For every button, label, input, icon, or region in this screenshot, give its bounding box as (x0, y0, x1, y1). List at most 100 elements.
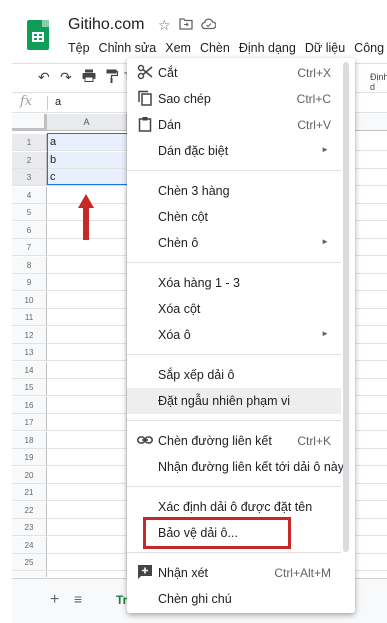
highlight-box (143, 517, 291, 549)
print-icon[interactable] (82, 69, 96, 85)
undo-icon[interactable]: ↶ (38, 69, 50, 86)
cell-a[interactable] (47, 519, 127, 536)
formula-input[interactable]: a (55, 96, 61, 108)
menu-item-sort-range[interactable]: Sắp xếp dải ô (127, 362, 341, 388)
row-header[interactable]: 8 (12, 256, 47, 274)
column-header-a[interactable]: A (47, 114, 127, 131)
menu-insert[interactable]: Chèn (200, 41, 230, 55)
redo-icon[interactable]: ↷ (60, 69, 72, 86)
row-header[interactable]: 17 (12, 414, 47, 431)
sheets-logo-icon[interactable] (27, 20, 49, 50)
cell-a[interactable] (47, 396, 127, 414)
submenu-arrow-icon: ► (321, 329, 329, 338)
cell-a[interactable] (47, 326, 127, 344)
row-header[interactable]: 6 (12, 221, 47, 239)
menu-shortcut: Ctrl+K (297, 434, 331, 448)
menu-item-insert-column[interactable]: Chèn cột (127, 204, 341, 230)
sheet-tab[interactable]: Tr (116, 593, 127, 607)
row-header[interactable]: 5 (12, 204, 47, 221)
menu-label: Cắt (158, 66, 178, 80)
row-header[interactable]: 13 (12, 344, 47, 361)
row-header[interactable]: 26 (12, 571, 47, 577)
row-header[interactable]: 24 (12, 536, 47, 554)
folder-move-icon[interactable] (178, 17, 193, 34)
row-header[interactable]: 16 (12, 396, 47, 414)
cell-a[interactable] (47, 344, 127, 361)
cell-a[interactable] (47, 256, 127, 274)
menu-item-insert-cells[interactable]: Chèn ô ► (127, 230, 341, 256)
row-header[interactable]: 21 (12, 484, 47, 501)
menu-item-randomize-range[interactable]: Đặt ngẫu nhiên phạm vi (127, 388, 341, 414)
cell-a[interactable] (47, 536, 127, 554)
star-icon[interactable]: ☆ (158, 17, 171, 34)
comment-add-icon (138, 565, 152, 579)
cell-a[interactable] (47, 484, 127, 501)
menu-item-paste-special[interactable]: Dán đặc biệt ► (127, 138, 341, 164)
menu-tools[interactable]: Công (354, 41, 384, 55)
menu-bar: Tệp Chỉnh sửa Xem Chèn Định dạng Dữ liệu… (68, 41, 387, 55)
menu-format[interactable]: Định dạng (239, 41, 296, 55)
menu-item-comment[interactable]: Nhận xét Ctrl+Alt+M (127, 560, 341, 586)
cell-a[interactable] (47, 291, 127, 309)
row-header[interactable]: 25 (12, 554, 47, 571)
menu-item-delete-rows[interactable]: Xóa hàng 1 - 3 (127, 270, 341, 296)
row-header[interactable]: 11 (12, 309, 47, 326)
cell-a[interactable] (47, 239, 127, 256)
row-header[interactable]: 18 (12, 431, 47, 449)
row-header[interactable]: 23 (12, 519, 47, 536)
cell-a[interactable] (47, 466, 127, 484)
row-header[interactable]: 22 (12, 501, 47, 519)
row-header[interactable]: 9 (12, 274, 47, 291)
menu-scrollbar[interactable] (343, 62, 349, 552)
menu-label: Chèn ghi chú (158, 592, 232, 606)
add-sheet-icon[interactable]: + (50, 591, 59, 609)
cell-a[interactable] (47, 501, 127, 519)
menu-item-delete-column[interactable]: Xóa cột (127, 296, 341, 322)
menu-divider (127, 170, 341, 171)
select-all-corner[interactable] (12, 114, 47, 131)
format-dropdown-fragment[interactable]: Định d (370, 72, 387, 92)
title-icons: ☆ (158, 17, 217, 34)
all-sheets-icon[interactable]: ≡ (74, 591, 82, 607)
row-header[interactable]: 15 (12, 379, 47, 396)
cell-a[interactable] (47, 274, 127, 291)
row-header[interactable]: 10 (12, 291, 47, 309)
row-header[interactable]: 19 (12, 449, 47, 466)
cell-a[interactable] (47, 449, 127, 466)
row-header[interactable]: 4 (12, 186, 47, 204)
menu-label: Chèn đường liên kết (158, 434, 272, 448)
row-header[interactable]: 20 (12, 466, 47, 484)
document-title[interactable]: Gitiho.com (68, 16, 144, 34)
menu-shortcut: Ctrl+V (297, 118, 331, 132)
row-header[interactable]: 12 (12, 326, 47, 344)
paint-format-icon[interactable] (106, 69, 119, 86)
cell-a[interactable] (47, 379, 127, 396)
cell-a[interactable] (47, 361, 127, 379)
menu-item-insert-rows[interactable]: Chèn 3 hàng (127, 178, 341, 204)
row-header[interactable]: 14 (12, 361, 47, 379)
menu-edit[interactable]: Chỉnh sửa (99, 41, 157, 55)
menu-file[interactable]: Tệp (68, 41, 90, 55)
menu-data[interactable]: Dữ liệu (305, 41, 345, 55)
cell-a[interactable] (47, 309, 127, 326)
menu-item-get-link[interactable]: Nhận đường liên kết tới dải ô này (127, 454, 344, 480)
cell-a[interactable] (47, 554, 127, 571)
menu-item-copy[interactable]: Sao chép Ctrl+C (127, 86, 341, 112)
row-header[interactable]: 2 (12, 151, 47, 169)
link-icon (137, 436, 153, 444)
row-header[interactable]: 7 (12, 239, 47, 256)
menu-view[interactable]: Xem (165, 41, 191, 55)
menu-item-insert-note[interactable]: Chèn ghi chú (127, 586, 341, 612)
cloud-icon[interactable] (200, 17, 217, 34)
menu-item-insert-link[interactable]: Chèn đường liên kết Ctrl+K (127, 428, 341, 454)
cell-a[interactable] (47, 431, 127, 449)
cell-a[interactable] (47, 571, 127, 577)
menu-label: Sắp xếp dải ô (158, 368, 235, 382)
menu-item-delete-cells[interactable]: Xóa ô ► (127, 322, 341, 348)
row-header[interactable]: 3 (12, 169, 47, 186)
menu-item-paste[interactable]: Dán Ctrl+V (127, 112, 341, 138)
fx-icon: fx (20, 94, 33, 109)
menu-item-cut[interactable]: Cắt Ctrl+X (127, 60, 341, 86)
cell-a[interactable] (47, 414, 127, 431)
row-header[interactable]: 1 (12, 134, 47, 151)
